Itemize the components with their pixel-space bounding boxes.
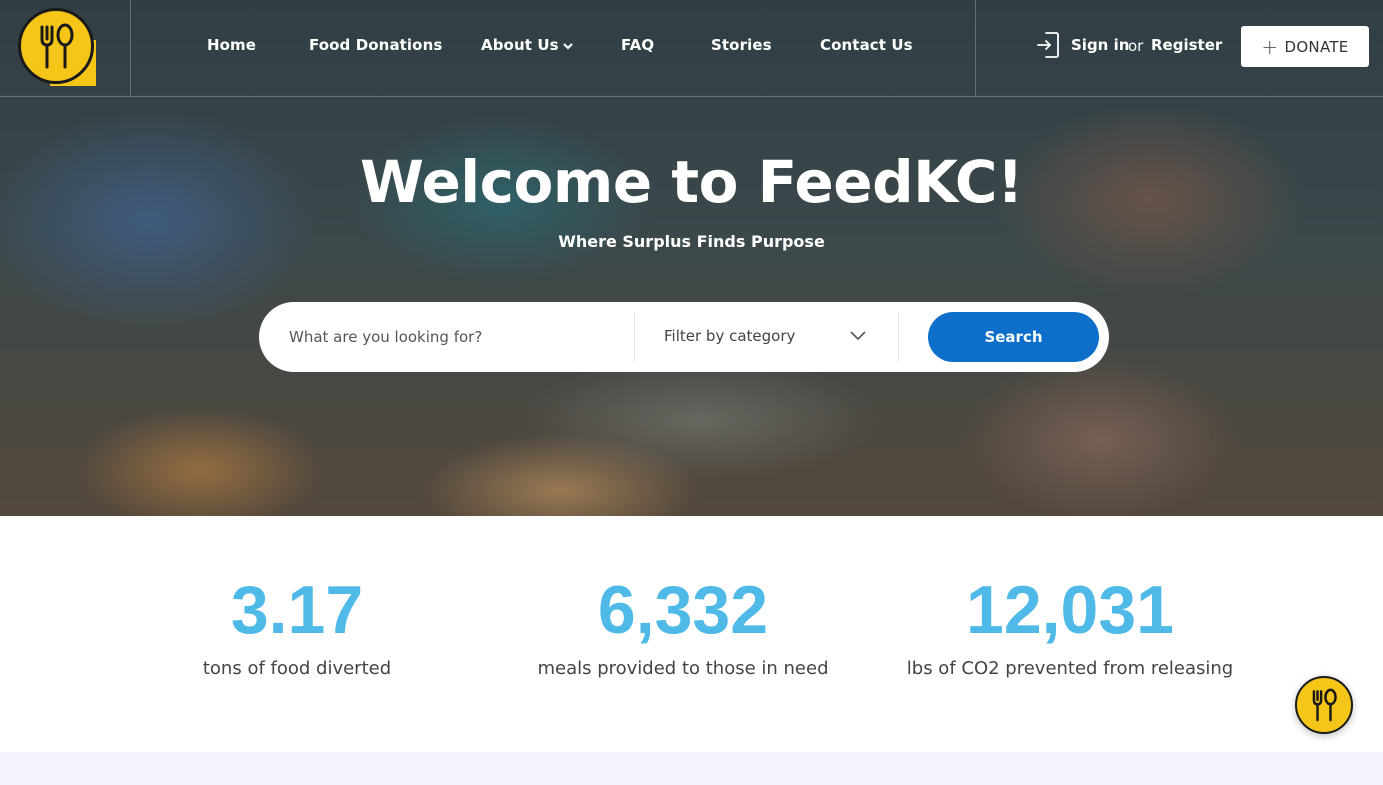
stat-food-diverted: 3.17 tons of food diverted <box>147 572 447 679</box>
search-bar: Filter by category Search <box>259 302 1109 372</box>
stat-meals-provided: 6,332 meals provided to those in need <box>533 572 833 679</box>
hero-subtitle: Where Surplus Finds Purpose <box>558 232 825 251</box>
donate-button[interactable]: + DONATE <box>1241 26 1369 67</box>
stat-value: 6,332 <box>597 572 769 648</box>
nav-food-donations[interactable]: Food Donations <box>309 36 442 54</box>
chevron-down-icon <box>562 42 573 50</box>
nav-about-us-label: About Us <box>481 36 559 54</box>
nav-stories[interactable]: Stories <box>711 36 772 54</box>
search-input[interactable] <box>289 302 629 372</box>
register-link[interactable]: Register <box>1151 36 1222 54</box>
stat-label: meals provided to those in need <box>537 658 829 679</box>
fork-spoon-icon <box>1312 688 1337 722</box>
nav-about-us[interactable]: About Us <box>481 36 573 54</box>
or-text: or <box>1128 37 1144 55</box>
filter-label: Filter by category <box>664 327 796 345</box>
chat-widget-button[interactable] <box>1295 676 1353 734</box>
category-filter-select[interactable]: Filter by category <box>635 302 898 372</box>
stat-label: lbs of CO2 prevented from releasing <box>906 658 1234 679</box>
fork-spoon-icon <box>40 23 74 69</box>
stat-value: 3.17 <box>230 572 364 648</box>
sign-in-icon[interactable] <box>1036 31 1060 59</box>
impact-stats: 3.17 tons of food diverted 6,332 meals p… <box>0 516 1383 752</box>
search-button[interactable]: Search <box>928 312 1099 362</box>
nav-contact-us[interactable]: Contact Us <box>820 36 913 54</box>
plus-icon: + <box>1261 34 1279 59</box>
stat-value: 12,031 <box>966 572 1174 648</box>
stat-label: tons of food diverted <box>202 658 392 679</box>
next-section-band <box>0 752 1383 785</box>
donate-label: DONATE <box>1284 37 1349 56</box>
site-logo[interactable] <box>18 8 96 86</box>
nav-faq[interactable]: FAQ <box>621 36 654 54</box>
top-navbar: Home Food Donations About Us FAQ Stories… <box>0 0 1383 97</box>
nav-home[interactable]: Home <box>207 36 256 54</box>
stat-co2-prevented: 12,031 lbs of CO2 prevented from releasi… <box>900 572 1240 679</box>
sign-in-link[interactable]: Sign in <box>1071 36 1129 54</box>
hero-title: Welcome to FeedKC! <box>360 148 1023 216</box>
chevron-down-icon <box>850 331 866 341</box>
